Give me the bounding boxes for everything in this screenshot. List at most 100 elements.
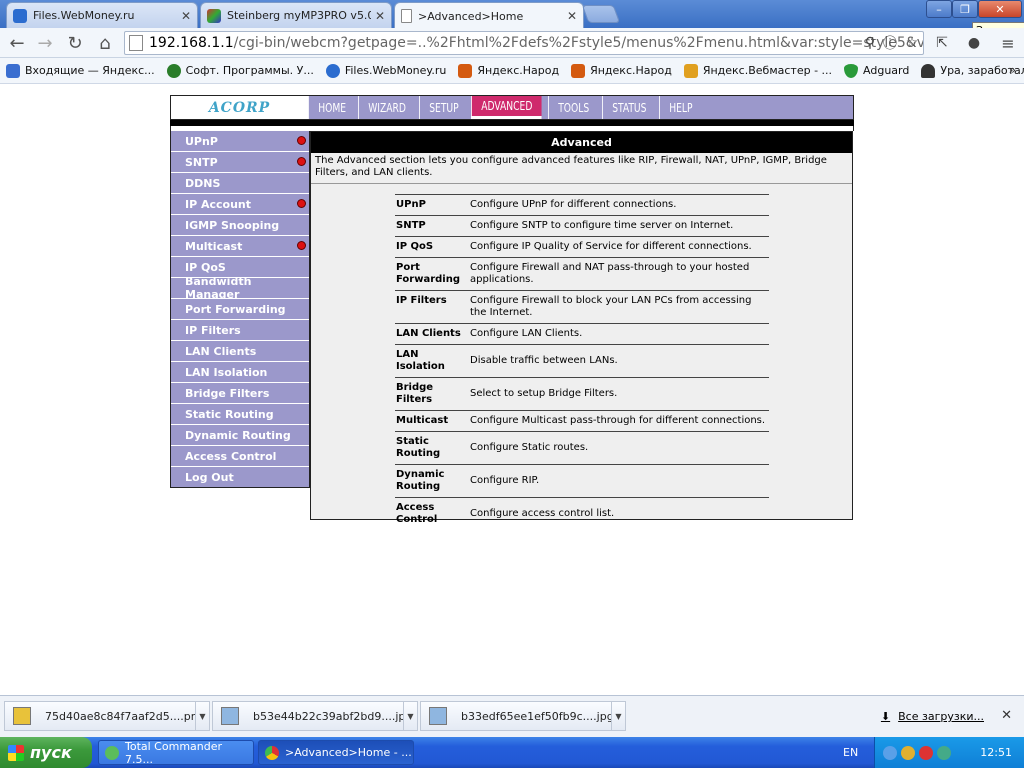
all-downloads-link[interactable]: ⬇ Все загрузки... [881,710,984,723]
bookmark-item[interactable]: Яндекс.Народ [565,63,678,78]
bookmark-label: Files.WebMoney.ru [344,64,447,77]
new-tab-button[interactable] [581,5,621,23]
reload-icon[interactable]: ↻ [64,32,86,54]
nav-status[interactable]: STATUS [601,96,656,119]
bookmark-label: Яндекс.Народ [477,64,560,77]
webmoney-favicon-icon [13,8,27,23]
bookmark-item[interactable]: Яндекс.Народ [452,63,565,78]
sidebar-item[interactable]: IP Filters [171,320,309,341]
sidebar-item[interactable]: IGMP Snooping [171,215,309,236]
bookmark-item[interactable]: Files.WebMoney.ru [320,63,453,78]
window-close-button[interactable]: ✕ [978,0,1022,18]
feature-name: LAN Isolation [396,349,445,372]
bookmark-label: Входящие — Яндекс... [25,64,155,77]
star-icon[interactable]: ☆ [902,33,922,53]
bookmark-label: Софт. Программы. У... [185,64,314,77]
taskbar-task-active[interactable]: >Advanced>Home - ... [258,740,414,765]
bookmark-item[interactable]: Яндекс.Вебмастер - ... [678,63,838,78]
bookmarks-overflow-icon[interactable]: » [1009,63,1016,77]
feature-description: Select to setup Bridge Filters. [470,388,618,399]
feature-name: IP QoS [396,241,434,252]
sidebar-item[interactable]: Access Control [171,446,309,467]
taskbar-task[interactable]: Total Commander 7.5... [98,740,254,766]
browser-tab[interactable]: Steinberg myMP3PRO v5.0 ✕ [200,2,392,28]
feature-description: Configure Multicast pass-through for dif… [470,415,766,426]
tray-app-icon[interactable] [901,745,915,760]
nav-wizard[interactable]: WIZARD [357,96,415,119]
bookmark-item[interactable]: Софт. Программы. У... [161,63,320,78]
download-item[interactable]: 75d40ae8c84f7aaf2d5....png ▼ [4,701,210,731]
sidebar-item[interactable]: LAN Clients [171,341,309,362]
tab-close-icon[interactable]: ✕ [375,9,385,23]
browser-tab[interactable]: Files.WebMoney.ru ✕ [6,2,198,28]
tray-arrow-icon[interactable] [883,745,897,760]
chrome-user-icon[interactable]: ● [964,33,984,53]
tab-close-icon[interactable]: ✕ [567,9,577,23]
sidebar-item[interactable]: Port Forwarding [171,299,309,320]
nav-setup[interactable]: SETUP [419,96,468,119]
home-icon[interactable]: ⌂ [94,32,116,54]
minimize-button[interactable]: – [926,0,952,18]
sidebar-item-label: LAN Isolation [185,365,268,379]
windows-flag-icon [8,744,24,761]
info-icon[interactable]: ⓘ [880,33,900,53]
tab-close-icon[interactable]: ✕ [181,9,191,23]
forward-arrow-icon[interactable]: → [34,32,56,54]
browser-tab-active[interactable]: >Advanced>Home ✕ [394,2,584,29]
start-label: пуск [30,743,72,762]
sidebar-item[interactable]: Bridge Filters [171,383,309,404]
windows-taskbar: пуск Total Commander 7.5... >Advanced>Ho… [0,737,1024,768]
sidebar-item[interactable]: Bandwidth Manager [171,275,309,301]
bookmark-label: Яндекс.Вебмастер - ... [702,64,833,77]
url-host: 192.168.1.1 [149,35,234,51]
dropdown-arrow-icon[interactable]: ▼ [403,702,417,730]
dropdown-arrow-icon[interactable]: ▼ [195,702,209,730]
nav-advanced[interactable]: ADVANCED [470,96,542,119]
jpg-file-icon [221,707,239,725]
sidebar-item[interactable]: Dynamic Routing [171,425,309,446]
sidebar-item[interactable]: IP Account [171,194,309,215]
sidebar-item[interactable]: LAN Isolation [171,362,309,383]
extension-icon[interactable]: ⇱ [932,33,952,53]
download-item[interactable]: b33edf65ee1ef50fb9c....jpg ▼ [420,701,626,731]
feature-name: Static Routing [396,436,441,459]
sidebar-item-label: Port Forwarding [185,302,286,316]
bookmark-item[interactable]: Входящие — Яндекс... [0,63,161,78]
tray-network-icon[interactable] [937,745,951,760]
feature-name: IP Filters [396,295,447,306]
start-button[interactable]: пуск [0,737,92,768]
restore-button[interactable]: ❐ [952,0,978,18]
steinberg-favicon-icon [207,8,221,23]
webmoney-icon [325,63,340,78]
menu-icon[interactable]: ≡ [998,33,1018,53]
feature-description: Configure SNTP to configure time server … [470,220,734,231]
sidebar-item[interactable]: Log Out [171,467,309,488]
search-icon[interactable]: ⚲ [860,33,880,53]
sidebar-item-label: IP QoS [185,260,226,274]
tray-opera-icon[interactable] [919,745,933,760]
content-panel: Advanced The Advanced section lets you c… [310,131,853,525]
sidebar-item[interactable]: Static Routing [171,404,309,425]
bookmark-item[interactable]: Adguard [838,63,915,78]
dropdown-arrow-icon[interactable]: ▼ [611,702,625,730]
sidebar-item[interactable]: Multicast [171,236,309,257]
nav-tools[interactable]: TOOLS [548,96,599,119]
table-row: UPnP Configure UPnP for different connect… [395,195,769,216]
sidebar-item[interactable]: SNTP [171,152,309,173]
feature-description: Configure IP Quality of Service for diff… [470,241,752,252]
close-shelf-icon[interactable]: ✕ [1001,708,1012,723]
sidebar-item[interactable]: UPnP [171,131,309,152]
language-indicator[interactable]: EN [843,746,858,759]
feature-description: Configure RIP. [470,475,540,486]
sidebar-item[interactable]: DDNS [171,173,309,194]
back-arrow-icon[interactable]: ← [6,32,28,54]
nav-help[interactable]: HELP [658,96,702,119]
feature-name: Port Forwarding [396,262,461,285]
browser-tab-strip: Files.WebMoney.ru ✕ Steinberg myMP3PRO v… [0,0,1024,29]
nav-home[interactable]: HOME [308,96,355,119]
url-path: /cgi-bin/webcm?getpage=..%2Fhtml%2Fdefs%… [233,35,924,51]
download-item[interactable]: b53e44b22c39abf2bd9....jpg ▼ [212,701,418,731]
address-bar[interactable]: 192.168.1.1 /cgi-bin/webcm?getpage=..%2F… [124,31,924,55]
chrome-icon [265,745,279,760]
table-row: Port Forwarding Configure Firewall and NA… [395,258,769,291]
